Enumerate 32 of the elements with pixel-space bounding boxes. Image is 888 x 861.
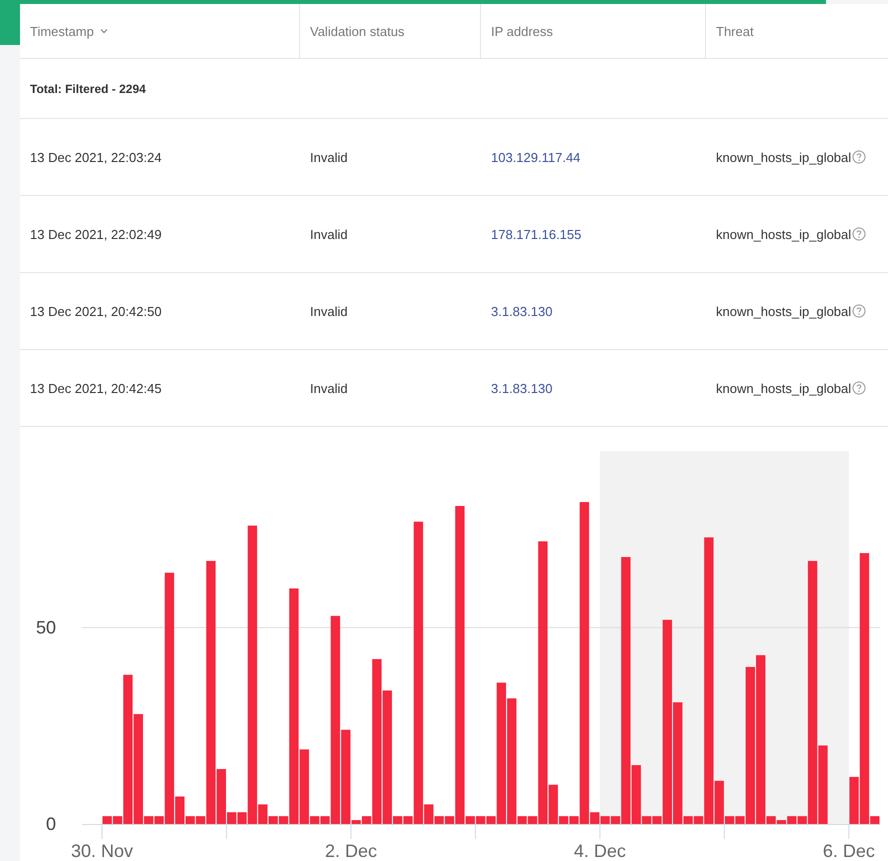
- column-header[interactable]: IP address: [481, 4, 706, 58]
- help-icon[interactable]: [852, 150, 866, 164]
- table-cell-text: 13 Dec 2021, 22:02:49: [29, 226, 163, 242]
- table-cell: known_hosts_ip_global: [716, 226, 852, 242]
- table-cell: known_hosts_ip_global: [716, 304, 852, 318]
- ip-link[interactable]: 3.1.83.130: [491, 380, 552, 396]
- table-cell-text: 13 Dec 2021, 20:42:45: [29, 380, 163, 396]
- table-cell-text: 13 Dec 2021, 20:42:50: [29, 304, 163, 318]
- axis-label: 30. Nov: [70, 841, 134, 861]
- ip-link[interactable]: 178.171.16.155: [491, 226, 582, 242]
- axis-label: 50: [36, 618, 56, 638]
- help-icon[interactable]: [852, 381, 866, 395]
- ip-link[interactable]: 3.1.83.130: [491, 304, 552, 318]
- column-header[interactable]: Threat: [706, 4, 888, 58]
- table-cell-text: Invalid: [309, 380, 349, 396]
- chevron-down-icon: [100, 28, 108, 34]
- table-cell: known_hosts_ip_global: [716, 150, 852, 164]
- axis-label: 0: [46, 814, 56, 834]
- axis-label: 4. Dec: [574, 841, 626, 861]
- axis-label: 6. Dec: [822, 841, 875, 861]
- table-cell-text: Invalid: [309, 150, 349, 164]
- table-cell-text: 13 Dec 2021, 22:03:24: [29, 150, 163, 164]
- help-icon[interactable]: [852, 227, 866, 241]
- table-cell: known_hosts_ip_global: [716, 380, 852, 396]
- total-label: Total: Filtered - 2294: [30, 82, 146, 96]
- column-header[interactable]: Timestamp: [20, 4, 300, 58]
- column-header[interactable]: Validation status: [300, 4, 481, 58]
- table-cell-text: Invalid: [309, 226, 349, 242]
- axis-label: 2. Dec: [324, 841, 377, 861]
- table-cell-text: Invalid: [309, 304, 349, 318]
- ip-link[interactable]: 103.129.117.44: [491, 150, 580, 164]
- help-icon[interactable]: [852, 304, 866, 318]
